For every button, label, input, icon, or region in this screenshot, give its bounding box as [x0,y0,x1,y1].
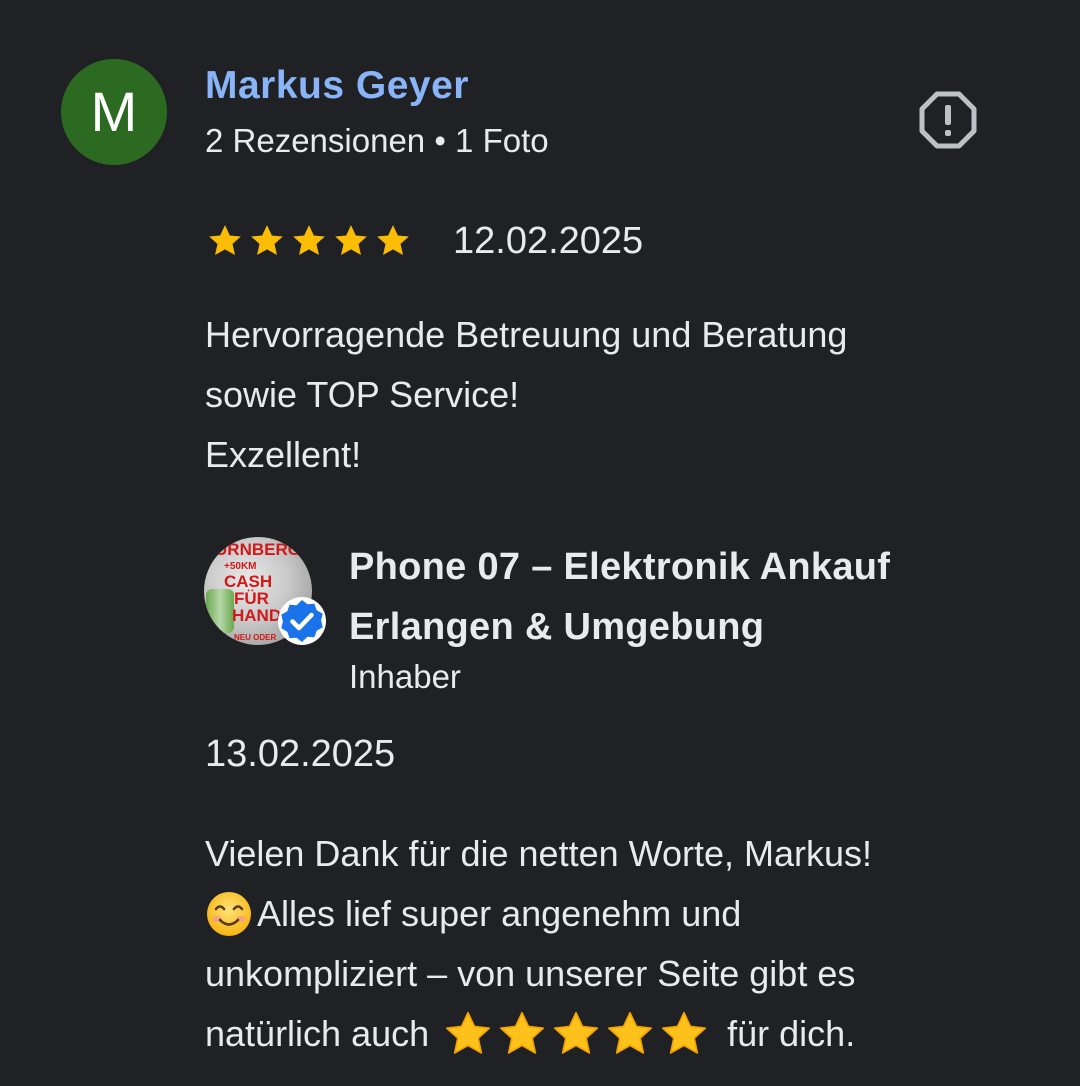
review-text-line: sowie TOP Service! [205,374,520,415]
star-icon [209,225,241,255]
author-meta: 2 Rezensionen • 1 Foto [205,122,549,159]
reply-date: 13.02.2025 [205,733,396,775]
reply-text: Vielen Dank für die netten Worte, Markus… [205,824,1055,1064]
report-flag-icon[interactable] [918,90,978,150]
reply-text-line-4: natürlich auch für dich. [205,1004,1055,1064]
owner-business-name[interactable]: Phone 07 – Elektronik Ankauf Erlangen & … [349,537,1049,657]
star-emoji-group [443,1009,713,1059]
star-emoji-icon [500,1011,545,1054]
owner-avatar-hand-text: HAND [232,606,282,625]
owner-name-line: Phone 07 – Elektronik Ankauf [349,546,891,588]
owner-avatar-sub: +50KM [224,561,257,572]
star-emoji-icon [446,1011,491,1054]
star-emoji-icon [662,1011,707,1054]
reply-text-line: unkompliziert – von unserer Seite gibt e… [205,953,856,994]
star-emoji-icon [554,1011,599,1054]
review-text-line: Exzellent! [205,434,362,475]
reply-text-line: Alles lief super angenehm und [257,893,742,934]
owner-avatar-cash: CASH FÜR HAND [224,573,281,624]
owner-avatar-cash-text: CASH [224,572,273,591]
owner-name-line: Erlangen & Umgebung [349,606,765,648]
star-rating [205,221,413,261]
owner-avatar-fuer-text: FÜR [234,589,269,608]
owner-avatar-banner: ÜRNBERG [215,540,301,559]
author-initial: M [90,80,138,143]
reply-text-line: Vielen Dank für die netten Worte, Markus… [205,833,873,874]
star-icon [335,225,367,255]
star-icon [293,225,325,255]
rating-row: 12.02.2025 [205,218,643,264]
review-text: Hervorragende Betreuung und Beratung sow… [205,305,1045,485]
reply-text-line-2: Alles lief super angenehm und [205,884,1055,944]
star-icon [377,225,409,255]
owner-role: Inhaber [349,658,461,695]
star-icon [251,225,283,255]
review-text-line: Hervorragende Betreuung und Beratung [205,314,848,355]
author-name-link[interactable]: Markus Geyer [205,64,469,108]
review-card: M Markus Geyer 2 Rezensionen • 1 Foto 12… [0,0,1080,1086]
review-date: 12.02.2025 [453,219,644,262]
author-avatar[interactable]: M [61,59,167,165]
reply-text-fragment: natürlich auch [205,1013,430,1054]
star-emoji-icon [608,1011,653,1054]
verified-badge-icon [278,597,326,645]
owner-avatar-footer: NEU ODER [234,633,277,642]
smiling-face-emoji-icon [207,892,251,936]
reply-text-fragment: für dich. [727,1013,856,1054]
